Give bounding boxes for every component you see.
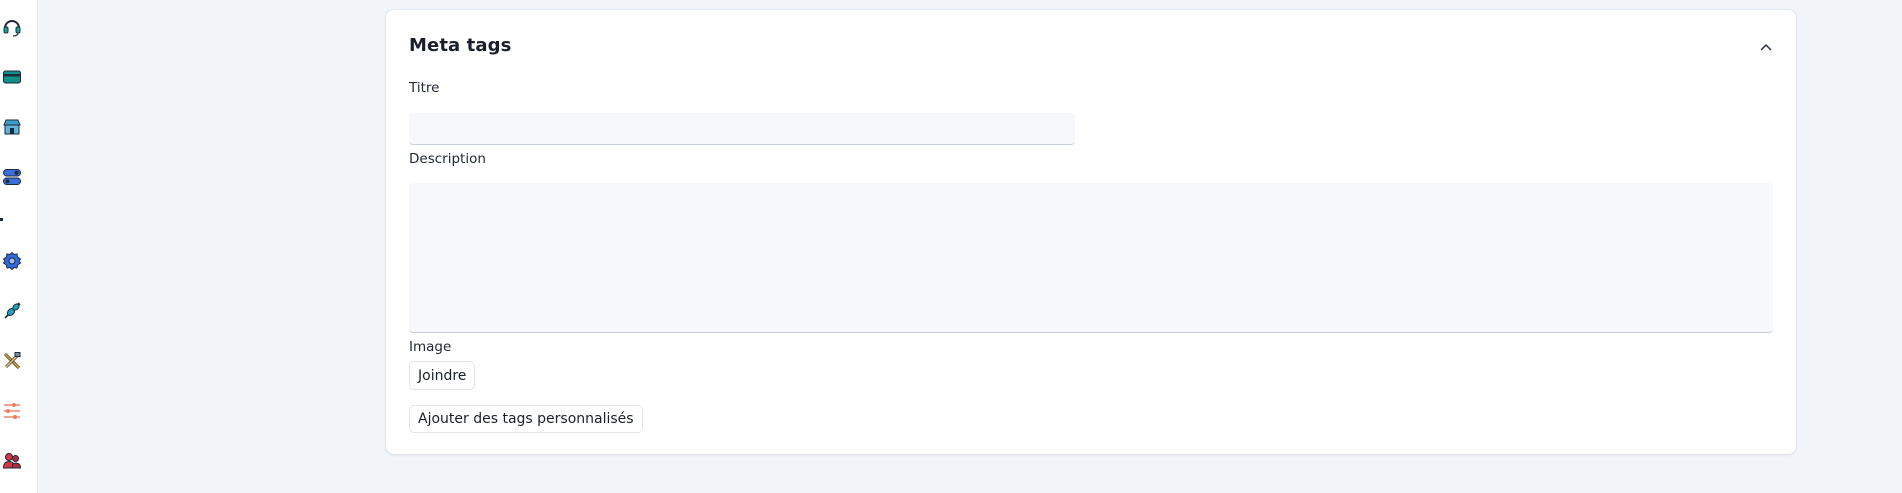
plug-icon[interactable] [2, 301, 22, 321]
card-icon[interactable] [2, 67, 22, 87]
store-icon[interactable] [2, 117, 22, 137]
sidebar-separator [0, 218, 3, 221]
description-label: Description [409, 151, 486, 167]
sidebar [0, 0, 38, 493]
titre-label: Titre [409, 80, 440, 96]
sliders-icon[interactable] [2, 401, 22, 421]
users-icon[interactable] [2, 451, 22, 471]
meta-tags-card: Meta tags Titre Description Image Joindr… [386, 10, 1796, 454]
card-title: Meta tags [409, 35, 512, 56]
headset-icon[interactable] [2, 17, 22, 37]
toggles-icon[interactable] [2, 167, 22, 187]
attach-image-button[interactable]: Joindre [409, 361, 476, 390]
tools-icon[interactable] [2, 351, 22, 371]
collapse-button[interactable] [1756, 38, 1776, 58]
chevron-up-icon [1759, 39, 1773, 58]
image-label: Image [409, 339, 452, 355]
gear-icon[interactable] [2, 251, 22, 271]
add-custom-tags-button[interactable]: Ajouter des tags personnalisés [409, 405, 643, 433]
titre-input[interactable] [409, 113, 1075, 145]
description-textarea[interactable] [409, 183, 1773, 333]
